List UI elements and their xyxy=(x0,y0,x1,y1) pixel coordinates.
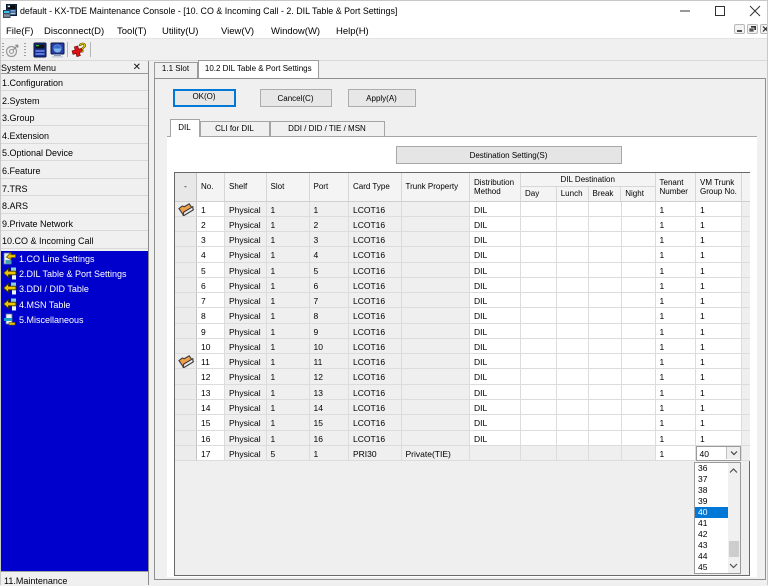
svg-text:?: ? xyxy=(79,41,87,55)
